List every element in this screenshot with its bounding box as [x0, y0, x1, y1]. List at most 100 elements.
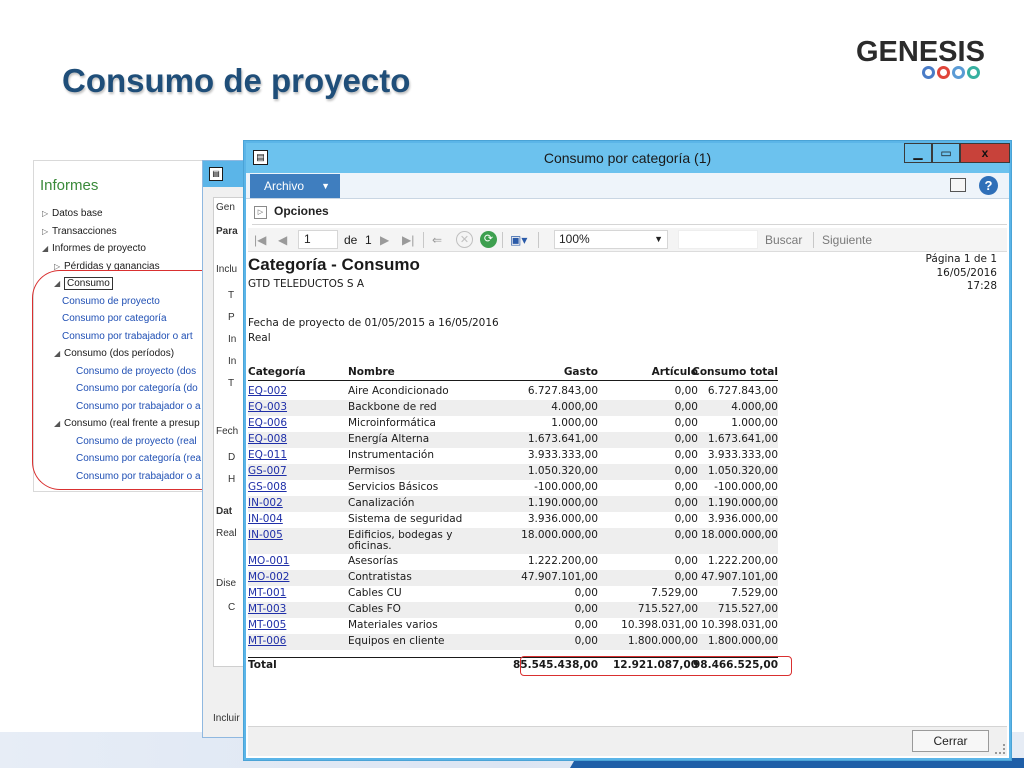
category-name: Instrumentación [348, 449, 434, 461]
minimize-button[interactable]: ▁ [904, 143, 932, 163]
menubar: Archivo ▼ ? [246, 173, 1009, 199]
category-link[interactable]: MT-005 [248, 618, 286, 633]
articulo-value: 0,00 [674, 417, 698, 429]
slide: Consumo de proyecto GENESIS Informes ▷ Da… [0, 0, 1024, 768]
stop-icon[interactable]: ✕ [456, 231, 473, 248]
table-row: MT-003 Cables FO 0,00 715.527,00 715.527,00 [248, 602, 778, 618]
expand-icon[interactable]: ▷ [254, 206, 267, 219]
next-page-icon[interactable]: ▶ [380, 231, 389, 249]
total-value: 1.190.000,00 [707, 497, 778, 509]
field-label: H [228, 474, 236, 485]
layout-icon[interactable] [950, 178, 966, 192]
category-link[interactable]: MT-003 [248, 602, 286, 617]
report-title: Categoría - Consumo [248, 255, 420, 274]
separator [423, 232, 424, 248]
total-pages: 1 [365, 233, 372, 247]
section-label: Dat [216, 506, 233, 517]
total-value: 18.000.000,00 [701, 529, 778, 541]
last-page-icon[interactable]: ▶| [402, 231, 414, 249]
page-number: Página 1 de 1 [925, 253, 997, 265]
opciones-section[interactable]: ▷ Opciones [252, 201, 1007, 225]
report-window-icon: ▤ [209, 167, 223, 181]
category-link[interactable]: EQ-003 [248, 400, 287, 415]
cerrar-button[interactable]: Cerrar [912, 730, 989, 752]
total-value: 7.529,00 [731, 587, 778, 599]
resize-grip[interactable] [995, 744, 1005, 754]
articulo-value: 0,00 [674, 465, 698, 477]
buscar-link[interactable]: Buscar [765, 231, 802, 249]
category-link[interactable]: MO-002 [248, 570, 289, 585]
category-name: Energía Alterna [348, 433, 430, 445]
category-name: Contratistas [348, 571, 412, 583]
page-input[interactable]: 1 [298, 230, 338, 249]
archivo-label: Archivo [264, 179, 305, 193]
category-link[interactable]: GS-007 [248, 464, 287, 479]
footer-bar: Cerrar [248, 726, 1007, 756]
category-link[interactable]: IN-002 [248, 496, 283, 511]
category-link[interactable]: EQ-008 [248, 432, 287, 447]
tree-label: Transacciones [52, 225, 117, 237]
window-titlebar[interactable]: Consumo por categoría (1) ▤ ▁ ▭ x [246, 143, 1010, 173]
field-label: In [228, 356, 237, 367]
report-company: GTD TELEDUCTOS S A [248, 278, 365, 290]
category-link[interactable]: EQ-006 [248, 416, 287, 431]
chevron-down-icon: ▼ [321, 181, 330, 191]
table-row: GS-008 Servicios Básicos -100.000,00 0,00 -1… [248, 480, 778, 496]
date-range: Fecha de proyecto de 01/05/2015 a 16/05/… [248, 317, 499, 329]
maximize-button[interactable]: ▭ [932, 143, 960, 163]
tab-general[interactable]: Gen [216, 202, 235, 213]
informes-title: Informes [40, 177, 99, 194]
gasto-value: 0,00 [574, 603, 598, 615]
section-label: Dise [216, 578, 237, 589]
total-value: 10.398.031,00 [701, 619, 778, 631]
zoom-select[interactable]: 100% ▼ [554, 230, 668, 249]
articulo-value: 0,00 [674, 555, 698, 567]
total-value: -100.000,00 [714, 481, 778, 493]
category-link[interactable]: EQ-011 [248, 448, 287, 463]
previous-page-icon[interactable]: ◀ [278, 231, 287, 249]
col-total: Consumo total [692, 366, 778, 378]
refresh-icon[interactable]: ⟳ [480, 231, 497, 248]
category-link[interactable]: MO-001 [248, 554, 289, 569]
archivo-menu[interactable]: Archivo ▼ [250, 174, 340, 198]
gasto-value: 1.190.000,00 [527, 497, 598, 509]
help-icon[interactable]: ? [979, 176, 998, 195]
incluir-tab[interactable]: Incluir [213, 713, 240, 724]
collapse-icon: ◢ [42, 244, 49, 253]
category-link[interactable]: MT-001 [248, 586, 286, 601]
tree-node[interactable]: ▷ Transacciones [42, 223, 117, 240]
category-name: Cables FO [348, 603, 401, 615]
siguiente-link[interactable]: Siguiente [822, 231, 872, 249]
export-icon[interactable]: ▣▾ [510, 231, 527, 249]
separator [813, 232, 814, 248]
first-page-icon[interactable]: |◀ [254, 231, 266, 249]
category-link[interactable]: MT-006 [248, 634, 286, 649]
of-label: de [344, 233, 358, 247]
articulo-value: 0,00 [674, 433, 698, 445]
tree-node[interactable]: ▷ Datos base [42, 205, 103, 222]
table-row: MT-001 Cables CU 0,00 7.529,00 7.529,00 [248, 586, 778, 602]
category-name: Asesorías [348, 555, 399, 567]
articulo-value: 7.529,00 [651, 587, 698, 599]
tree-node[interactable]: ◢ Informes de proyecto [42, 240, 146, 257]
articulo-value: 0,00 [674, 497, 698, 509]
table-row: IN-002 Canalización 1.190.000,00 0,00 1.190.… [248, 496, 778, 512]
table-row: MT-006 Equipos en cliente 0,00 1.800.000,00… [248, 634, 778, 650]
section-label: Para [216, 226, 238, 237]
gasto-value: 47.907.101,00 [521, 571, 598, 583]
search-input[interactable] [678, 230, 758, 249]
close-button[interactable]: x [960, 143, 1010, 163]
table-header: Categoría Nombre Gasto Artículo Consumo … [248, 366, 778, 381]
field-label: Inclu [216, 264, 238, 275]
articulo-value: 0,00 [674, 481, 698, 493]
category-link[interactable]: GS-008 [248, 480, 287, 495]
category-link[interactable]: EQ-002 [248, 384, 287, 399]
report-page: Categoría - Consumo GTD TELEDUCTOS S A P… [248, 253, 1007, 724]
category-link[interactable]: IN-005 [248, 528, 283, 543]
table-row: MO-002 Contratistas 47.907.101,00 0,00 47.90… [248, 570, 778, 586]
field-label: C [228, 602, 236, 613]
category-link[interactable]: IN-004 [248, 512, 283, 527]
total-value: 1.050.320,00 [707, 465, 778, 477]
back-icon[interactable]: ⇐ [432, 231, 442, 249]
articulo-value: 0,00 [674, 449, 698, 461]
